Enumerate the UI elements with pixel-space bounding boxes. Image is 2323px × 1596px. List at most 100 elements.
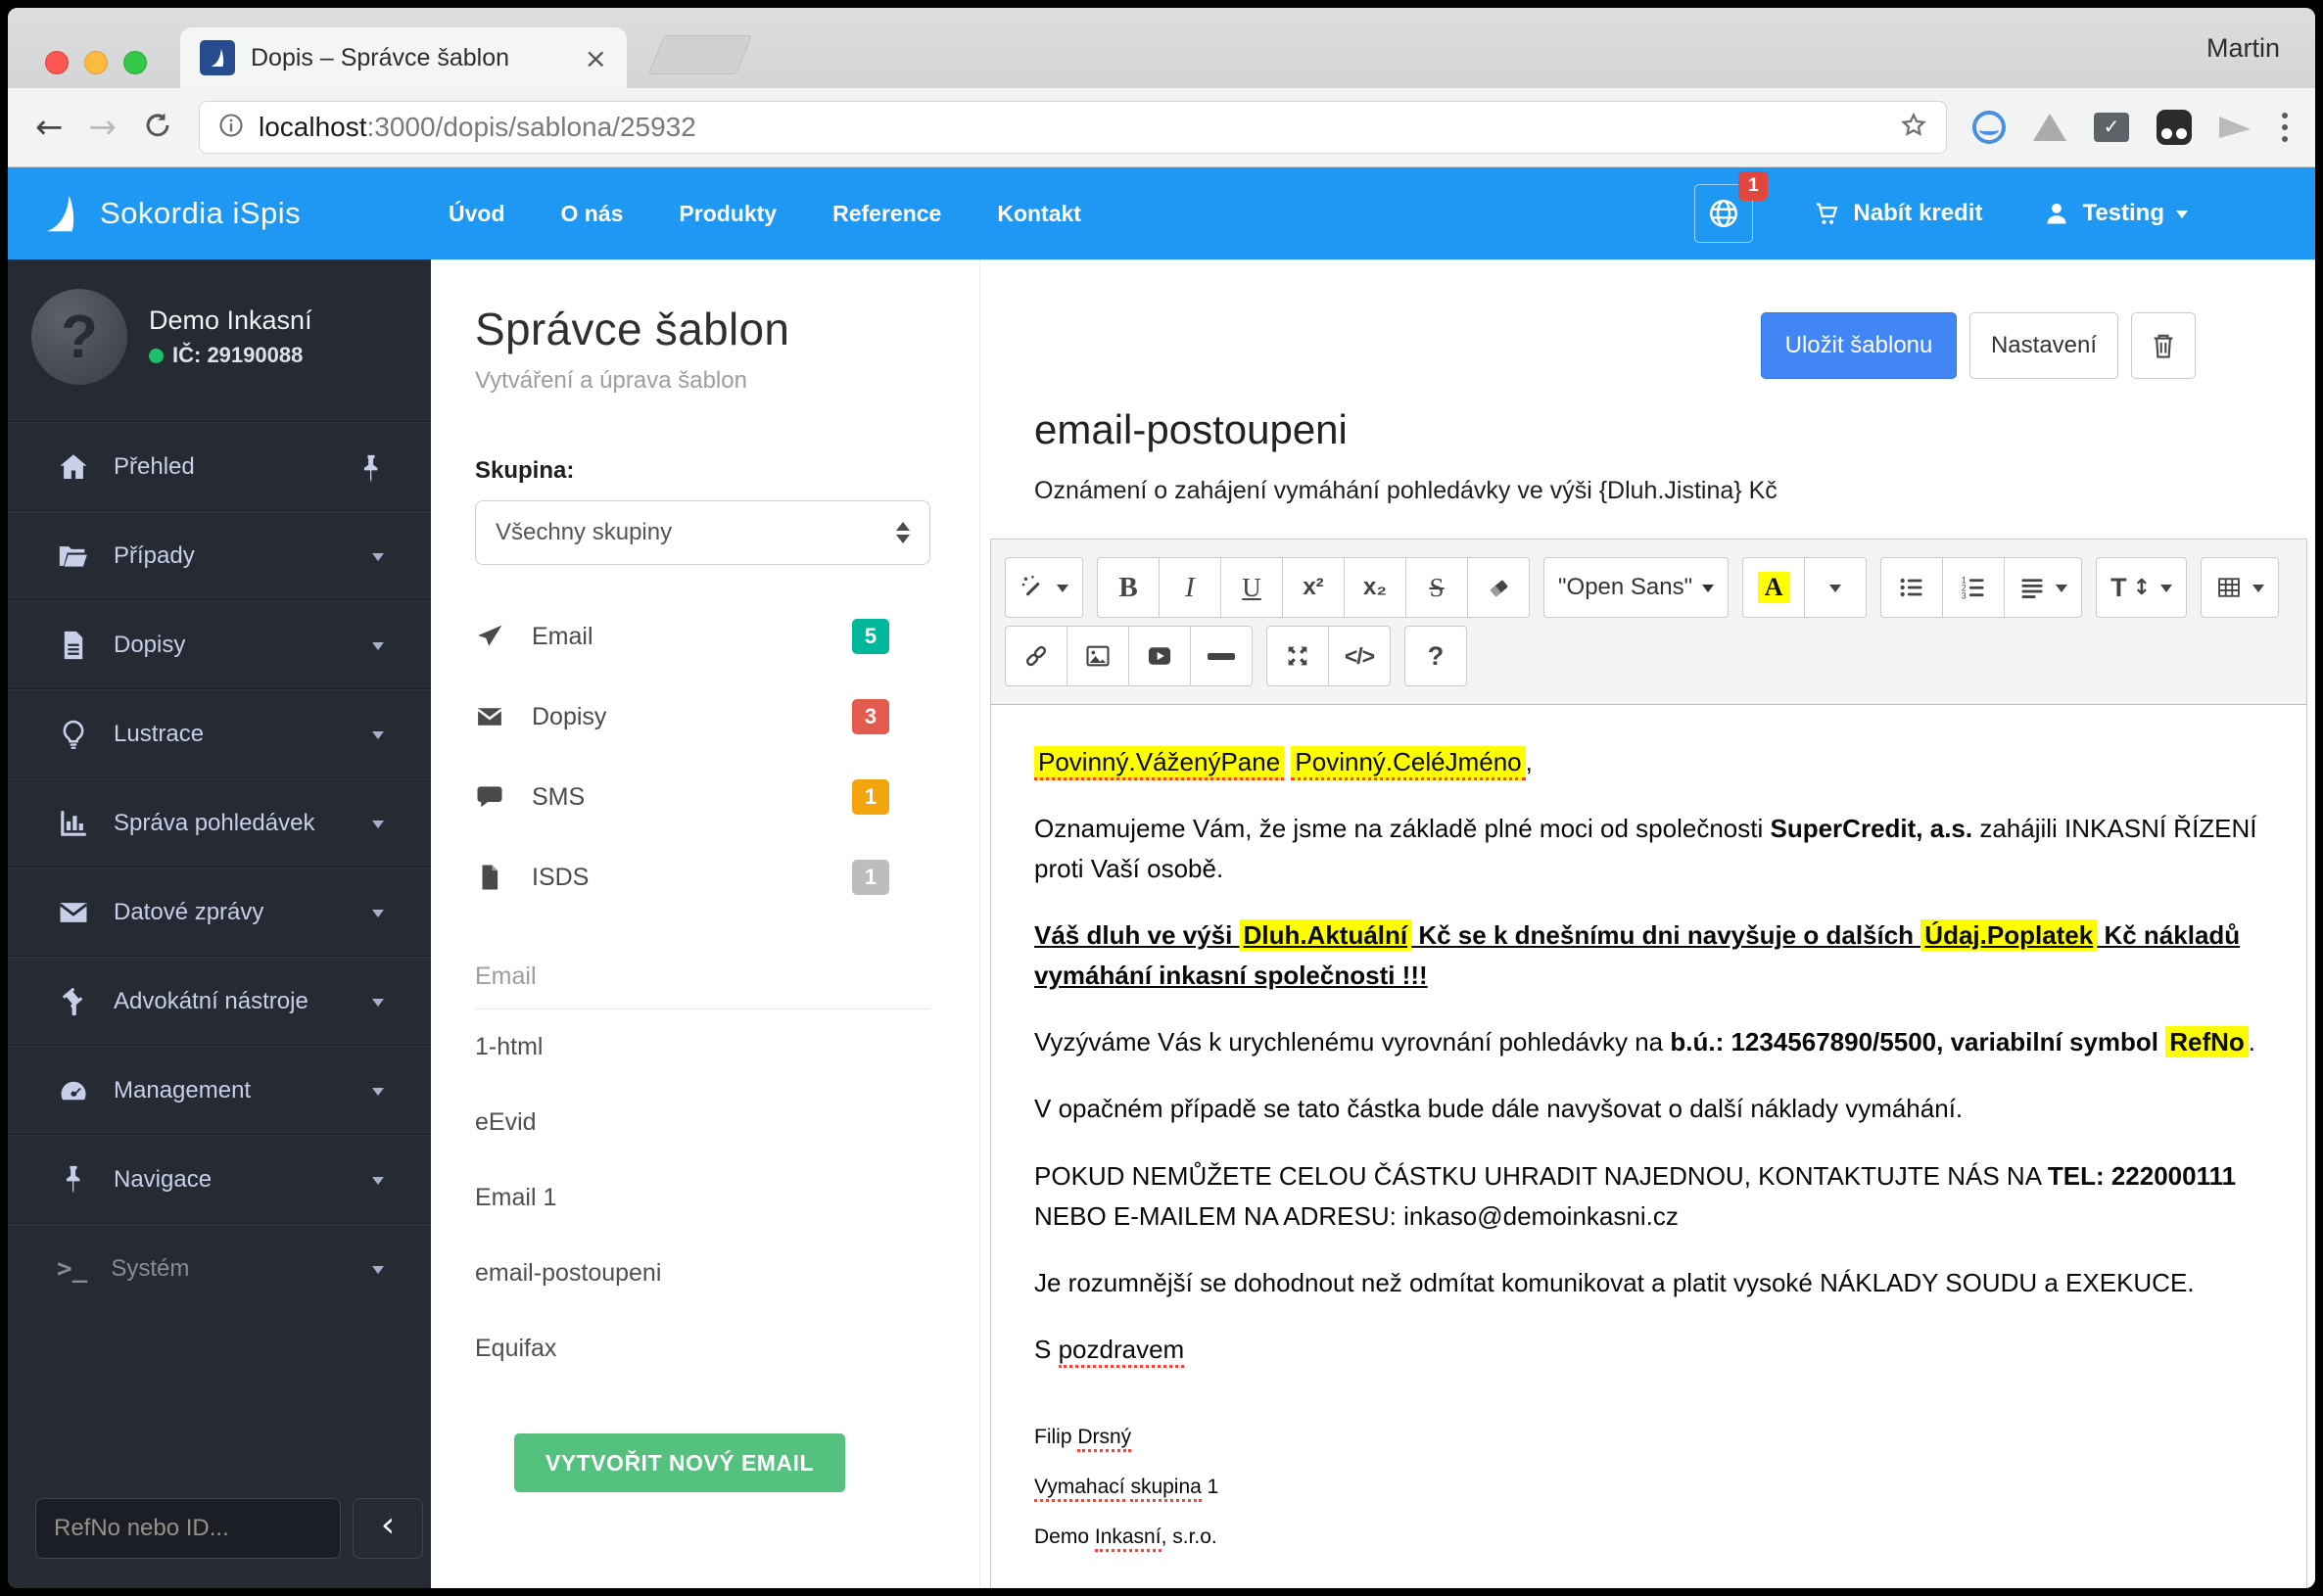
style-dropdown-button[interactable]	[1005, 557, 1083, 618]
address-bar[interactable]: localhost:3000/dopis/sablona/25932	[199, 101, 1947, 154]
sidebar-item-spr-va-pohled-vek[interactable]: Správa pohledávek	[8, 778, 431, 868]
help-button[interactable]: ?	[1404, 626, 1467, 686]
nav-item-o-n-s[interactable]: O nás	[561, 201, 624, 227]
url-host: localhost	[259, 112, 367, 142]
sidebar-item-label: Případy	[114, 542, 195, 570]
nav-item--vod[interactable]: Úvod	[449, 201, 505, 227]
font-family-dropdown[interactable]: "Open Sans"	[1543, 557, 1729, 618]
create-email-button[interactable]: VYTVOŘIT NOVÝ EMAIL	[514, 1433, 845, 1492]
new-tab-button[interactable]	[648, 35, 752, 74]
mail-icon	[475, 702, 504, 731]
bookmark-star-icon[interactable]	[1899, 111, 1928, 145]
merge-field: Povinný.VáženýPane	[1034, 746, 1284, 780]
unordered-list-button[interactable]	[1880, 557, 1943, 618]
browser-tab[interactable]: Dopis – Správce šablon ×	[180, 27, 627, 88]
template-type-email[interactable]: Email5	[475, 596, 930, 677]
save-template-button[interactable]: Uložit šablonu	[1761, 312, 1957, 379]
sidebar-item-label: Navigace	[114, 1166, 212, 1194]
chart-icon	[57, 807, 90, 840]
notifications-button[interactable]: 1	[1694, 184, 1753, 243]
sidebar-item-navigace[interactable]: Navigace	[8, 1135, 431, 1224]
chevron-down-icon	[2252, 585, 2264, 598]
editor-paragraph: Povinný.VáženýPane Povinný.CeléJméno,	[1034, 742, 2263, 782]
ordered-list-button[interactable]: 123	[1942, 557, 2005, 618]
sidebar-item-lustrace[interactable]: Lustrace	[8, 689, 431, 778]
template-type-sms[interactable]: SMS1	[475, 757, 930, 837]
template-item-email-postoupeni[interactable]: email-postoupeni	[475, 1236, 930, 1311]
extension-inbox-icon[interactable]	[2094, 113, 2129, 142]
chevron-down-icon	[372, 731, 384, 745]
align-icon	[2018, 574, 2046, 601]
superscript-button[interactable]: x²	[1282, 557, 1345, 618]
forward-icon[interactable]: →	[89, 111, 118, 144]
pushpin-icon[interactable]	[355, 452, 384, 482]
sidebar-item-management[interactable]: Management	[8, 1046, 431, 1135]
extension-plane-icon[interactable]	[2219, 117, 2251, 138]
italic-button[interactable]: I	[1159, 557, 1221, 618]
browser-menu-icon[interactable]	[2282, 113, 2288, 142]
back-icon[interactable]: ←	[35, 111, 64, 144]
sidebar-item-p-ehled[interactable]: Přehled	[8, 422, 431, 511]
sidebar-item-label: Dopisy	[114, 632, 185, 659]
insert-image-button[interactable]	[1067, 626, 1129, 686]
template-type-dopisy[interactable]: Dopisy3	[475, 677, 930, 757]
editor-actions: Uložit šablonu Nastavení	[1761, 312, 2196, 379]
company-ic: IČ: 29190088	[149, 343, 312, 368]
sidebar-item-p-pady[interactable]: Případy	[8, 511, 431, 600]
sidebar-item-syst-m[interactable]: >_Systém	[8, 1224, 431, 1313]
settings-button[interactable]: Nastavení	[1969, 312, 2118, 379]
brand[interactable]: Sokordia iSpis	[39, 186, 423, 241]
font-family-value: "Open Sans"	[1558, 574, 1692, 601]
text-color-dropdown[interactable]	[1804, 557, 1867, 618]
template-item-eevid[interactable]: eEvid	[475, 1085, 930, 1160]
extension-drive-icon[interactable]	[2033, 114, 2066, 141]
table-dropdown[interactable]	[2201, 557, 2279, 618]
subscript-button[interactable]: x₂	[1344, 557, 1406, 618]
nav-item-produkty[interactable]: Produkty	[679, 201, 777, 227]
template-item-equifax[interactable]: Equifax	[475, 1311, 930, 1386]
type-label: Dopisy	[532, 703, 606, 731]
strikethrough-button[interactable]: S	[1405, 557, 1468, 618]
paragraph-align-dropdown[interactable]	[2004, 557, 2082, 618]
clear-format-button[interactable]	[1467, 557, 1530, 618]
line-height-dropdown[interactable]: T↕	[2096, 557, 2187, 618]
refno-search-input[interactable]	[35, 1498, 341, 1559]
insert-link-button[interactable]	[1005, 626, 1067, 686]
extension-dark-icon[interactable]	[2157, 110, 2192, 145]
sidebar-item-advok-tn-n-stroje[interactable]: Advokátní nástroje	[8, 957, 431, 1046]
delete-button[interactable]	[2131, 312, 2196, 379]
globe-icon	[1707, 197, 1740, 230]
text-color-button[interactable]: A	[1742, 557, 1805, 618]
app-nav-right: 1 Nabít kredit Testing	[1694, 184, 2188, 243]
insert-video-button[interactable]	[1128, 626, 1191, 686]
sidebar-item-datov-zpr-vy[interactable]: Datové zprávy	[8, 868, 431, 957]
underline-button[interactable]: U	[1220, 557, 1283, 618]
fullscreen-button[interactable]	[1266, 626, 1329, 686]
sidebar-collapse-button[interactable]: ‹	[353, 1498, 423, 1559]
bold-button[interactable]: B	[1097, 557, 1160, 618]
template-type-isds[interactable]: ISDS1	[475, 837, 930, 917]
template-item-email-1[interactable]: Email 1	[475, 1160, 930, 1236]
avatar: ?	[31, 289, 127, 385]
group-select[interactable]: Všechny skupiny	[475, 500, 930, 565]
cart-icon	[1814, 200, 1841, 227]
browser-toolbar: ← → localhost:3000/dopis/sablona/25932	[8, 88, 2315, 167]
sidebar-item-dopisy[interactable]: Dopisy	[8, 600, 431, 689]
template-list: 1-htmleEvidEmail 1email-postoupeniEquifa…	[475, 1009, 930, 1386]
user-menu[interactable]: Testing	[2043, 200, 2188, 227]
nav-item-reference[interactable]: Reference	[832, 201, 941, 227]
horizontal-rule-button[interactable]	[1190, 626, 1253, 686]
zoom-window-button[interactable]	[123, 51, 147, 74]
credit-button[interactable]: Nabít kredit	[1814, 200, 1982, 227]
reload-icon[interactable]	[142, 110, 173, 146]
site-info-icon[interactable]	[217, 112, 245, 144]
extension-wave-icon[interactable]	[1972, 111, 2006, 144]
code-view-button[interactable]: </>	[1328, 626, 1391, 686]
minimize-window-button[interactable]	[84, 51, 108, 74]
editor-body[interactable]: Povinný.VáženýPane Povinný.CeléJméno,Ozn…	[991, 705, 2306, 1588]
tab-close-icon[interactable]: ×	[585, 42, 607, 74]
template-item-1-html[interactable]: 1-html	[475, 1009, 930, 1085]
nav-item-kontakt[interactable]: Kontakt	[997, 201, 1081, 227]
window-titlebar: Dopis – Správce šablon × Martin	[8, 8, 2315, 88]
close-window-button[interactable]	[45, 51, 69, 74]
